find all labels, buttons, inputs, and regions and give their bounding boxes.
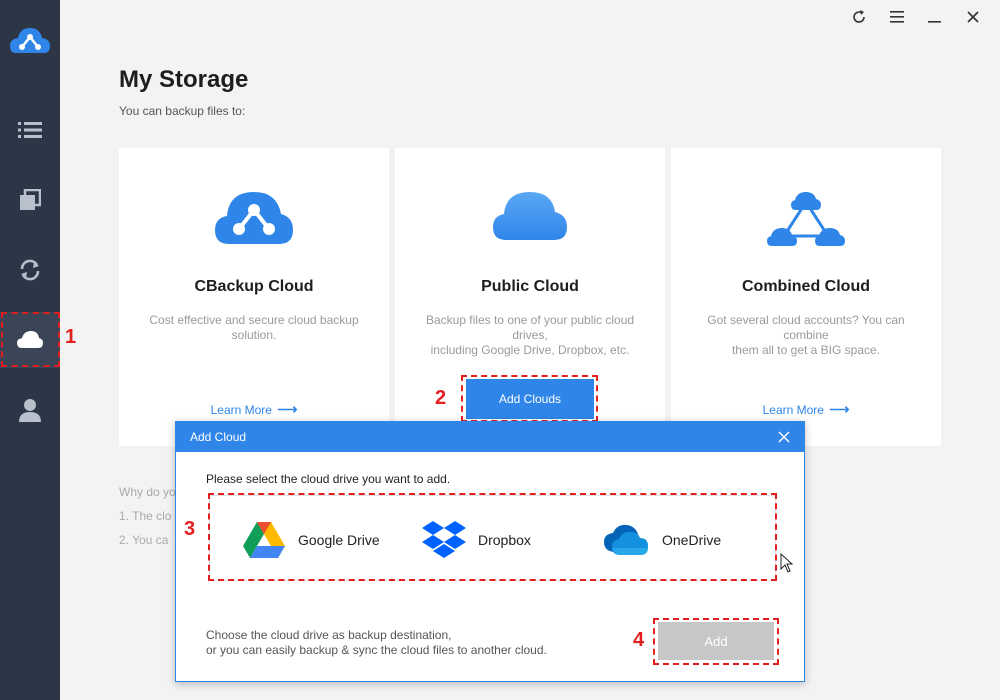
why-item: 2. You ca	[119, 533, 169, 547]
learn-more-link[interactable]: Learn More ⟶	[671, 401, 941, 418]
card-description: Cost effective and secure cloud backup s…	[141, 313, 367, 343]
card-cbackup-cloud: CBackup Cloud Cost effective and secure …	[119, 148, 389, 446]
minimize-icon[interactable]	[916, 6, 954, 28]
learn-more-link[interactable]: Learn More ⟶	[119, 401, 389, 418]
desc-line: Backup files to one of your public cloud…	[425, 313, 635, 342]
annotation-box-3	[208, 493, 777, 581]
desc-line: Got several cloud accounts? You can comb…	[707, 313, 905, 342]
card-title: Combined Cloud	[742, 278, 870, 295]
desc-line: them all to get a BIG space.	[731, 343, 881, 357]
app-logo-icon	[10, 26, 50, 56]
dialog-close-icon[interactable]	[776, 429, 792, 445]
combined-cloud-icon	[671, 188, 941, 252]
arrow-right-icon: ⟶	[829, 401, 850, 417]
mouse-pointer-icon	[780, 553, 794, 573]
annotation-box-2	[461, 375, 598, 422]
dialog-footer-text: Choose the cloud drive as backup destina…	[206, 628, 547, 658]
card-title: Public Cloud	[481, 278, 579, 295]
why-heading: Why do yo	[119, 485, 176, 499]
annotation-box-1	[1, 312, 60, 367]
sidebar-item-sync[interactable]	[0, 242, 60, 298]
desc-line: including Google Drive, Dropbox, etc.	[430, 343, 630, 357]
sidebar-item-tasks[interactable]	[0, 102, 60, 158]
footer-line: or you can easily backup & sync the clou…	[206, 643, 547, 657]
page-title: My Storage	[119, 66, 249, 93]
page-subtitle: You can backup files to:	[119, 104, 246, 118]
card-description: Backup files to one of your public cloud…	[417, 313, 643, 358]
sidebar-item-backup[interactable]	[0, 172, 60, 228]
card-description: Got several cloud accounts? You can comb…	[693, 313, 919, 358]
annotation-box-4	[653, 618, 779, 665]
sidebar-item-account[interactable]	[0, 382, 60, 438]
arrow-right-icon: ⟶	[277, 401, 298, 417]
dialog-prompt: Please select the cloud drive you want t…	[206, 472, 451, 486]
annotation-number: 2	[435, 387, 447, 409]
dialog-header: Add Cloud	[176, 422, 804, 452]
close-icon[interactable]	[954, 6, 992, 28]
cbackup-cloud-icon	[119, 188, 389, 252]
refresh-icon[interactable]	[840, 6, 878, 28]
learn-more-label: Learn More	[210, 403, 272, 417]
window-controls	[840, 6, 992, 28]
why-item: 1. The clo	[119, 509, 172, 523]
footer-line: Choose the cloud drive as backup destina…	[206, 628, 452, 642]
annotation-number: 3	[184, 518, 196, 540]
menu-icon[interactable]	[878, 6, 916, 28]
desc-line: solution.	[231, 328, 277, 342]
dialog-title: Add Cloud	[190, 430, 247, 444]
card-combined-cloud: Combined Cloud Got several cloud account…	[671, 148, 941, 446]
public-cloud-icon	[395, 188, 665, 252]
annotation-number: 4	[633, 629, 645, 651]
learn-more-label: Learn More	[762, 403, 824, 417]
list-icon	[18, 122, 42, 138]
card-title: CBackup Cloud	[194, 278, 314, 295]
desc-line: Cost effective and secure cloud backup	[149, 313, 359, 327]
user-icon	[19, 399, 41, 422]
copy-icon	[20, 189, 41, 210]
sync-icon	[20, 259, 40, 281]
annotation-number: 1	[65, 326, 77, 348]
